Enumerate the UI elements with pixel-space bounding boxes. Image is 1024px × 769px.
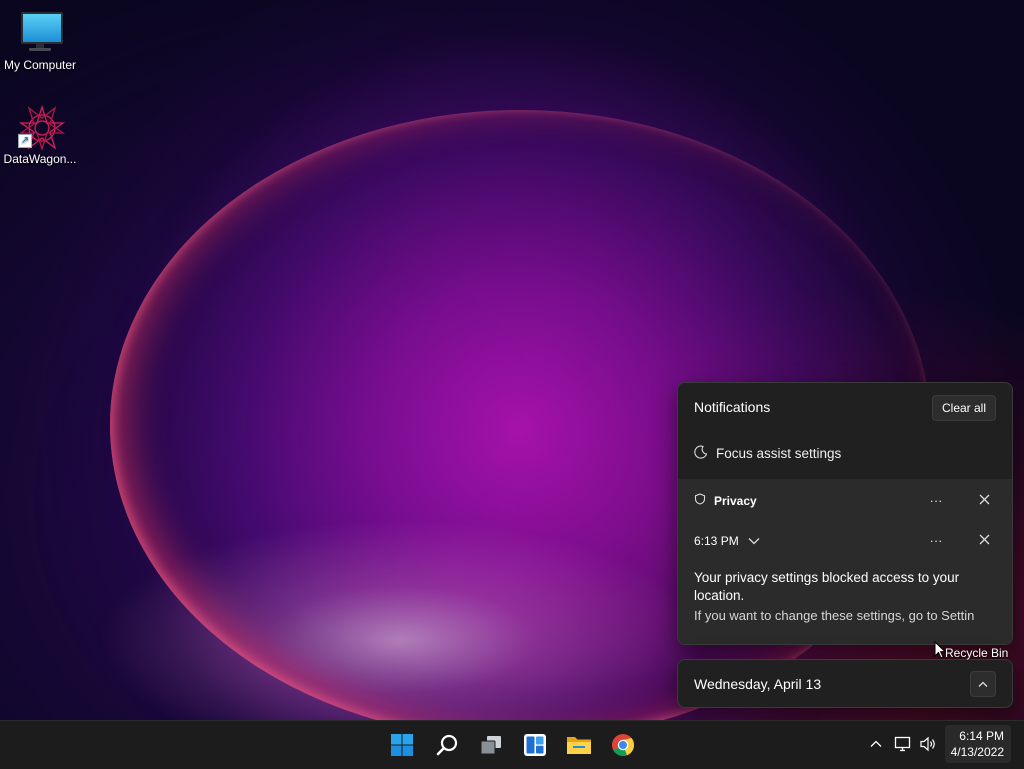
search-icon [436,734,458,756]
focus-assist-label: Focus assist settings [716,446,842,461]
desktop-icon-recycle-bin[interactable]: Recycle Bin [945,646,1008,660]
expand-notification-button[interactable] [748,534,760,548]
dismiss-notification-button[interactable] [972,533,996,548]
network-button[interactable] [892,733,914,755]
volume-icon [920,736,935,752]
notification-body: If you want to change these settings, go… [694,608,975,623]
dismiss-notification-button[interactable] [972,493,996,508]
notification-time: 6:13 PM [694,533,739,548]
desktop-icon-label: My Computer [3,58,77,72]
volume-button[interactable] [917,733,939,755]
task-view-button[interactable] [475,729,507,761]
chevron-up-icon [978,681,988,687]
more-options-button[interactable]: ··· [924,533,948,548]
focus-assist-settings-link[interactable]: Focus assist settings [694,445,841,462]
shortcut-arrow-icon: ↗ [18,134,32,148]
widgets-button[interactable] [519,729,551,761]
chrome-icon [612,734,635,757]
network-icon [894,736,911,752]
notification-title: Your privacy settings blocked access to … [694,570,960,603]
task-view-icon [480,736,501,755]
widgets-icon [524,734,546,756]
chevron-down-icon [748,537,760,544]
show-hidden-icons-button[interactable] [865,733,887,755]
taskbar: 6:14 PM 4/13/2022 [0,720,1024,769]
file-explorer-button[interactable] [563,729,595,761]
mouse-cursor-icon [934,640,947,664]
windows-logo-icon [391,734,413,756]
clear-all-button[interactable]: Clear all [931,395,996,421]
desktop-icon-label: DataWagon... [3,152,77,166]
clock-date: 4/13/2022 [950,745,1004,759]
taskbar-clock[interactable]: 6:14 PM 4/13/2022 [945,725,1011,763]
datawagon-app-icon: ↗ [18,104,66,152]
more-options-button[interactable]: ··· [924,493,948,508]
folder-icon [567,737,591,754]
calendar-expand-button[interactable] [970,671,996,697]
notification-card[interactable]: Privacy ··· 6:13 PM ··· Your privacy set… [678,479,1012,644]
notification-center: Notifications Clear all Focus assist set… [677,382,1013,645]
clock-time: 6:14 PM [959,729,1004,743]
chevron-up-icon [870,740,882,747]
calendar-date-label: Wednesday, April 13 [694,676,822,692]
calendar-flyout: Wednesday, April 13 [677,659,1013,708]
chrome-button[interactable] [607,729,639,761]
desktop-icon-my-computer[interactable]: My Computer [0,10,80,72]
notifications-title: Notifications [694,399,771,415]
search-button[interactable] [431,729,463,761]
close-icon [979,494,989,505]
close-icon [979,534,989,545]
monitor-icon [18,10,63,54]
notification-app-name: Privacy [714,493,757,508]
shield-icon [694,493,706,508]
start-button[interactable] [386,729,418,761]
moon-icon [694,445,708,462]
desktop-icon-datawagon[interactable]: ↗ DataWagon... [0,104,80,166]
